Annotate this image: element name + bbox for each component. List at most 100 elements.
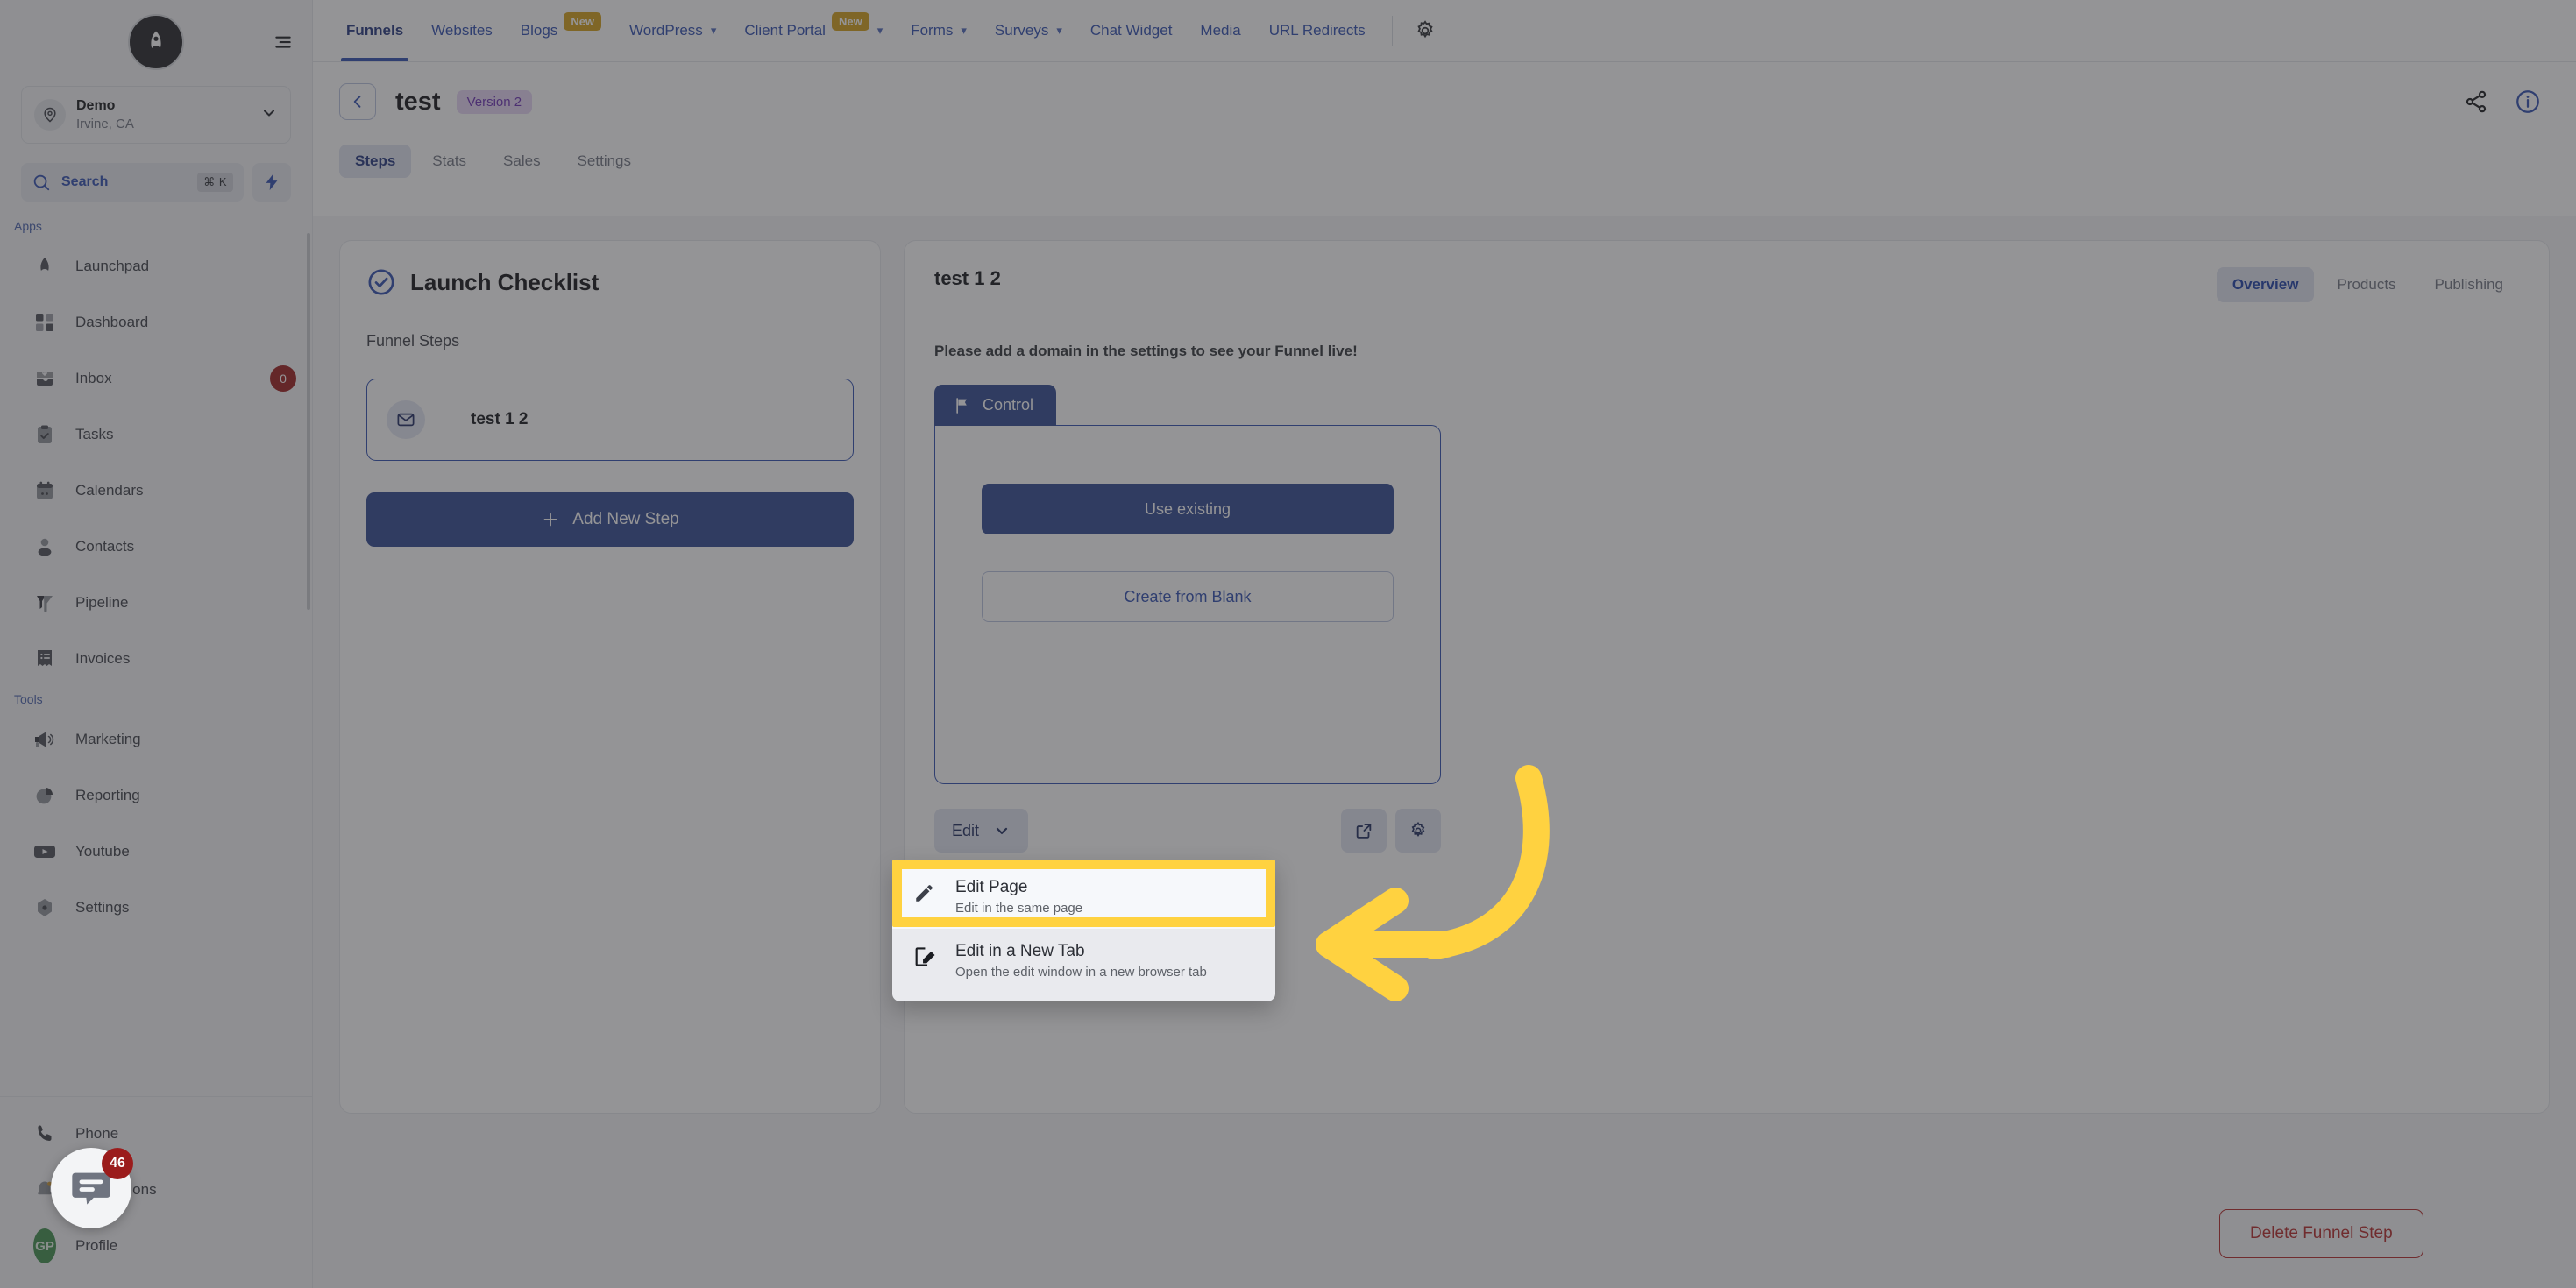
nav-group-label-apps: Apps <box>14 219 42 233</box>
sidebar-item-calendars[interactable]: Calendars <box>0 463 312 519</box>
tab-label: Forms <box>911 22 954 39</box>
chevron-down-icon: ▾ <box>961 24 967 37</box>
pencil-glyph <box>916 885 933 902</box>
menu-item-desc: Edit in the same page <box>955 901 1083 916</box>
tab-overview[interactable]: Overview <box>2216 267 2315 302</box>
share-button[interactable] <box>2464 89 2488 114</box>
chat-widget[interactable]: 46 <box>51 1148 133 1228</box>
tab-client-portal[interactable]: Client Portal New ▾ <box>730 0 897 61</box>
tab-blogs[interactable]: Blogs New <box>507 0 615 61</box>
top-navigation: Funnels Websites Blogs New WordPress ▾ C… <box>313 0 2576 62</box>
sidebar-item-tasks[interactable]: Tasks <box>0 407 312 463</box>
nav-group-label-tools: Tools <box>14 692 43 706</box>
sidebar-item-youtube[interactable]: Youtube <box>0 824 312 880</box>
tab-forms[interactable]: Forms ▾ <box>897 0 981 61</box>
avatar-initials: GP <box>33 1228 56 1263</box>
sidebar-item-invoices[interactable]: Invoices <box>0 631 312 687</box>
tab-wordpress[interactable]: WordPress ▾ <box>615 0 730 61</box>
phone-icon <box>33 1122 56 1145</box>
control-variant-box: Use existing Create from Blank <box>934 425 1441 784</box>
tab-steps[interactable]: Steps <box>339 145 412 178</box>
menu-item-title: Edit Page <box>955 878 1028 896</box>
sidebar-item-pipeline[interactable]: Pipeline <box>0 575 312 631</box>
funnel-step-label: test 1 2 <box>471 410 529 428</box>
open-in-new-tab-button[interactable] <box>1341 809 1387 853</box>
delete-funnel-step-button[interactable]: Delete Funnel Step <box>2219 1209 2423 1258</box>
sidebar-item-settings[interactable]: Settings <box>0 880 312 936</box>
edit-dropdown-button[interactable]: Edit <box>934 809 1029 853</box>
search-input[interactable]: Search ⌘ K <box>21 163 244 202</box>
info-button[interactable] <box>2515 88 2541 115</box>
topnav-settings-button[interactable] <box>1405 0 1445 61</box>
sidebar-item-inbox[interactable]: Inbox 0 <box>0 350 312 407</box>
funnel-step-item[interactable]: test 1 2 <box>366 379 854 461</box>
tab-sales[interactable]: Sales <box>487 145 557 178</box>
sidebar-item-phone[interactable]: Phone <box>0 1106 312 1162</box>
pencil-square-icon <box>912 942 938 968</box>
sidebar-item-contacts[interactable]: Contacts <box>0 519 312 575</box>
tab-funnels[interactable]: Funnels <box>332 0 417 61</box>
sidebar-item-marketing[interactable]: Marketing <box>0 711 312 768</box>
chevron-left-icon <box>353 96 361 108</box>
envelope-icon <box>387 400 425 439</box>
menu-item-edit-page[interactable]: Edit Page Edit in the same page <box>892 865 1275 929</box>
version-badge: Version 2 <box>456 89 533 114</box>
sidebar-item-profile[interactable]: GP Profile <box>0 1218 312 1274</box>
control-variant-tab[interactable]: Control <box>934 385 1057 426</box>
use-existing-button[interactable]: Use existing <box>982 484 1394 534</box>
tab-products[interactable]: Products <box>2321 267 2411 302</box>
page-title: test <box>395 87 441 116</box>
sidebar-item-launchpad[interactable]: Launchpad <box>0 238 312 294</box>
tab-label: Blogs <box>520 22 558 39</box>
pie-chart-icon <box>33 784 56 807</box>
tab-label: Chat Widget <box>1089 22 1173 39</box>
tab-settings[interactable]: Settings <box>562 145 647 178</box>
inbox-badge: 0 <box>270 365 296 392</box>
tab-chat-widget[interactable]: Chat Widget <box>1076 0 1187 61</box>
avatar: GP <box>33 1228 56 1263</box>
external-link-icon <box>1356 824 1372 839</box>
sidebar-item-reporting[interactable]: Reporting <box>0 768 312 824</box>
sidebar-item-label: Contacts <box>75 538 135 555</box>
gear-icon <box>1417 20 1433 39</box>
calendar-icon <box>33 479 56 502</box>
location-avatar <box>34 99 66 131</box>
tab-websites[interactable]: Websites <box>417 0 507 61</box>
sidebar-item-label: Calendars <box>75 482 144 499</box>
sidebar-collapse-button[interactable] <box>268 26 298 56</box>
funnel-steps-label: Funnel Steps <box>366 332 460 350</box>
quick-actions-button[interactable] <box>252 163 291 202</box>
tab-publishing[interactable]: Publishing <box>2419 267 2519 302</box>
tab-url-redirects[interactable]: URL Redirects <box>1255 0 1380 61</box>
back-button[interactable] <box>339 83 376 120</box>
menu-item-edit-new-tab[interactable]: Edit in a New Tab Open the edit window i… <box>892 929 1275 993</box>
share-icon <box>2466 90 2487 113</box>
map-pin-icon <box>44 107 56 123</box>
sidebar-item-label: Reporting <box>75 787 140 803</box>
tab-label: Surveys <box>994 22 1049 39</box>
location-switcher[interactable]: Demo Irvine, CA <box>21 86 291 144</box>
checklist-title: Launch Checklist <box>410 268 600 295</box>
tab-stats[interactable]: Stats <box>416 145 482 178</box>
sidebar-item-label: Dashboard <box>75 314 149 330</box>
create-from-blank-button[interactable]: Create from Blank <box>982 571 1394 622</box>
app-logo[interactable] <box>128 14 184 70</box>
sidebar-item-label: Phone <box>75 1125 119 1142</box>
tab-surveys[interactable]: Surveys ▾ <box>981 0 1076 61</box>
app-root: Demo Irvine, CA Search ⌘ K Apps Launchpa… <box>0 0 2576 1288</box>
add-new-step-button[interactable]: Add New Step <box>366 492 854 547</box>
sidebar-item-label: Profile <box>75 1237 118 1254</box>
gear-icon <box>1411 821 1425 838</box>
funnel-icon <box>33 591 56 614</box>
tab-media[interactable]: Media <box>1186 0 1254 61</box>
tab-label: WordPress <box>629 22 703 39</box>
sidebar-item-label: Invoices <box>75 650 131 667</box>
sidebar-item-notifications[interactable]: Notifications <box>0 1162 312 1218</box>
page-header: test Version 2 Steps Stats Sales Setting… <box>313 62 2576 216</box>
sidebar-item-label: Pipeline <box>75 594 129 611</box>
flag-icon <box>956 397 967 414</box>
sidebar-item-dashboard[interactable]: Dashboard <box>0 294 312 350</box>
lightning-bolt-icon <box>266 173 278 191</box>
launch-checklist-panel: Launch Checklist Funnel Steps test 1 2 A… <box>339 240 881 1114</box>
step-settings-button[interactable] <box>1395 809 1441 853</box>
